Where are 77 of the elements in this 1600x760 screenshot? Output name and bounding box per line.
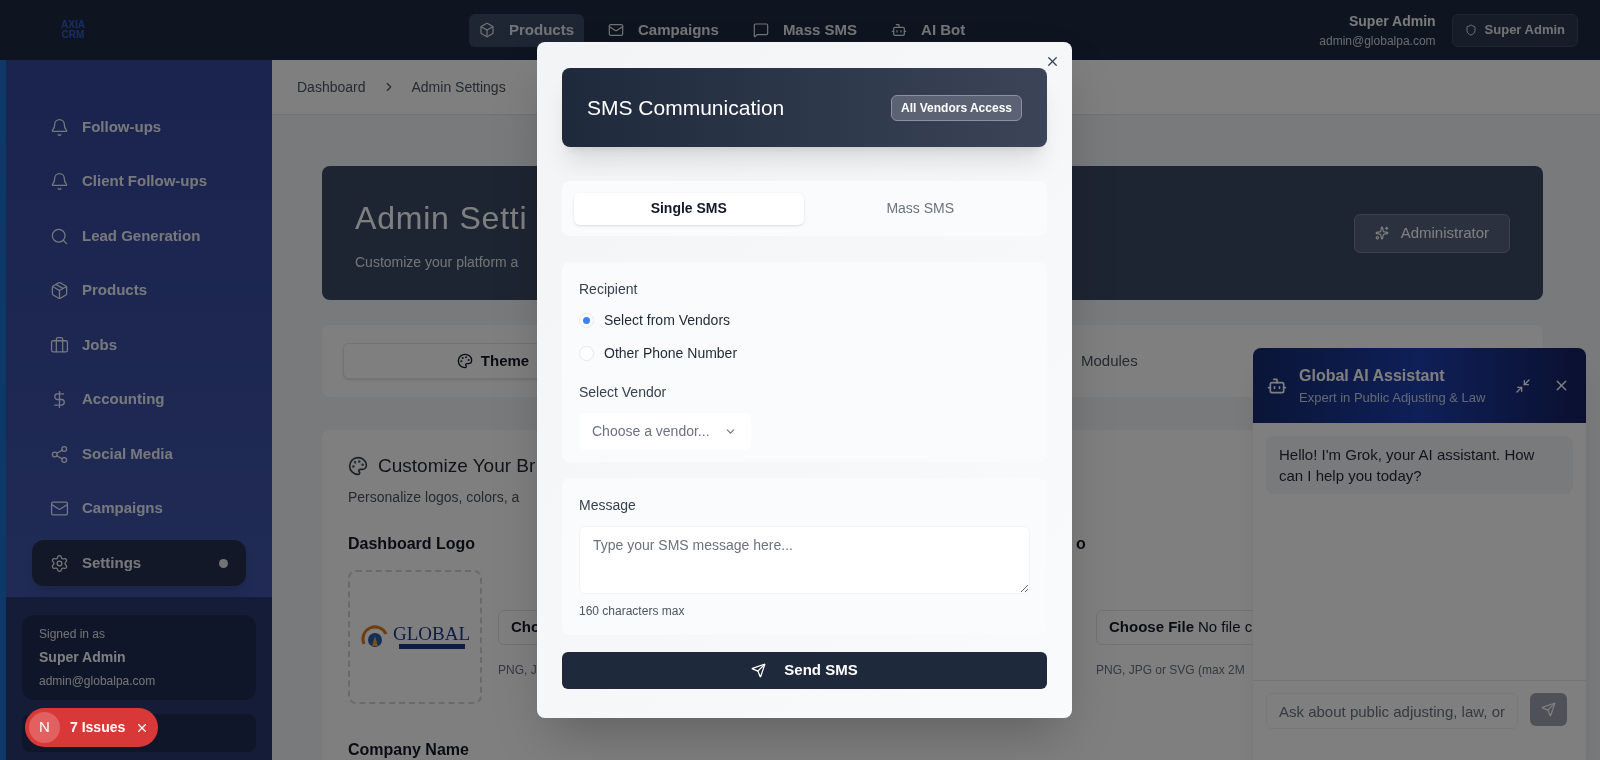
nav-tab[interactable]: AI Bot [881, 13, 976, 47]
file-hint: PNG, J [498, 661, 538, 679]
minimize-button[interactable] [1515, 377, 1531, 394]
shield-icon [1464, 24, 1477, 36]
sidebar-item[interactable]: Social Media [32, 431, 246, 477]
issues-count: 7 Issues [70, 718, 126, 737]
sidebar-item[interactable]: Client Follow-ups [32, 158, 246, 205]
signed-in-caption: Signed in as [39, 626, 107, 643]
breadcrumb-link[interactable]: Dashboard [297, 76, 366, 98]
administrator-button[interactable]: Administrator [1353, 213, 1510, 253]
message-field[interactable]: Type your SMS message here... [579, 526, 1030, 594]
sidebar-item[interactable]: Accounting [32, 376, 246, 423]
role-badge: Super Admin [1451, 13, 1578, 47]
send-icon [1541, 702, 1556, 717]
close-button[interactable] [1045, 54, 1060, 69]
briefcase-icon [50, 335, 69, 355]
character-hint: 160 characters max [579, 603, 686, 620]
nav-tab[interactable]: Mass SMS [742, 13, 868, 47]
bell-icon [50, 117, 69, 137]
settings-icon [50, 553, 69, 573]
field-label: Recipient [579, 280, 639, 299]
logo: AXIA CRM [60, 20, 86, 40]
vendor-select[interactable]: Choose a vendor... [579, 413, 751, 450]
robot-icon [891, 22, 908, 38]
minimize-icon [1515, 377, 1531, 394]
sparkles-icon [1374, 226, 1389, 240]
section-subtitle: Personalize logos, colors, a [348, 487, 520, 507]
chat-message: Hello! I'm Grok, your AI assistant. How can I help you today? [1266, 436, 1573, 494]
box-icon [50, 281, 69, 300]
user-name: Super Admin [1348, 11, 1436, 31]
sidebar-item[interactable]: Products [32, 267, 246, 314]
logo-bar [398, 644, 465, 649]
radio-button[interactable] [579, 313, 594, 328]
sidebar-item[interactable]: Jobs [32, 322, 246, 368]
sms-tab[interactable]: Mass SMS [805, 192, 1035, 225]
palette-icon [348, 456, 368, 477]
sms-tab[interactable]: Single SMS [574, 192, 804, 225]
field-label: Dashboard Logo [348, 533, 476, 554]
settings-tab[interactable]: Modules [1081, 343, 1201, 379]
sidebar-item[interactable]: Settings [32, 540, 246, 586]
logo-text: GLOBAL [392, 624, 471, 644]
access-badge: All Vendors Access [891, 94, 1022, 121]
page-subtitle: Customize your platform a [355, 252, 520, 272]
sidebar-item[interactable]: Follow-ups [32, 104, 246, 150]
issues-badge[interactable]: N 7 Issues [25, 708, 158, 747]
close-icon [1045, 54, 1060, 69]
avatar: N [29, 712, 60, 743]
page-title: Admin Setti [355, 198, 528, 238]
field-label: Company Name [348, 739, 469, 760]
sidebar-item[interactable]: Campaigns [32, 485, 246, 532]
field-label: Message [579, 496, 637, 515]
search-icon [50, 226, 69, 246]
breadcrumb-link[interactable]: Admin Settings [411, 76, 506, 98]
chat-title: Global AI Assistant [1299, 365, 1446, 386]
field-label: o [1076, 533, 1086, 554]
user-email: admin@globalpa.com [1319, 32, 1436, 50]
section-title: Customize Your Br [378, 454, 536, 478]
mail-icon [50, 499, 69, 518]
send-sms-button[interactable]: Send SMS [562, 652, 1047, 689]
user-email: admin@globalpa.com [39, 673, 157, 690]
chat-bubble-icon [752, 22, 769, 38]
dialog-title: SMS Communication [587, 94, 785, 121]
nav-tab[interactable]: Campaigns [598, 13, 729, 47]
send-icon [751, 663, 767, 678]
file-hint: PNG, JPG or SVG (max 2M [1096, 661, 1246, 679]
share-icon [50, 444, 69, 464]
chat-input[interactable]: Ask about public adjusting, law, or [1266, 693, 1518, 729]
mail-icon [608, 22, 624, 38]
field-label: Select Vendor [579, 383, 668, 402]
chat-subtitle: Expert in Public Adjusting & Law [1299, 388, 1486, 407]
box-icon [479, 22, 495, 38]
radio-option[interactable]: Select from Vendors [579, 310, 1030, 331]
user-name: Super Admin [39, 648, 127, 667]
palette-icon [456, 353, 473, 369]
bell-icon [50, 172, 69, 191]
nav-tab[interactable]: Products [469, 13, 584, 47]
sidebar-item[interactable]: Lead Generation [32, 213, 246, 259]
